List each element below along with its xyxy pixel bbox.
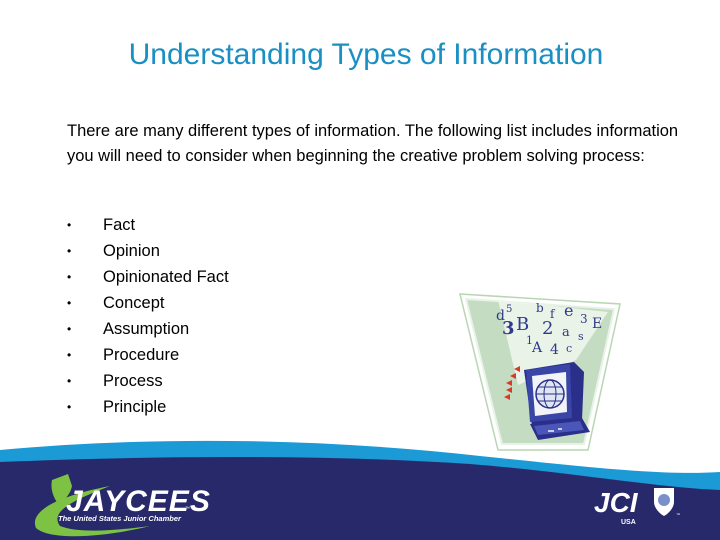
list-item-text: Opinionated Fact xyxy=(103,268,229,286)
svg-text:e: e xyxy=(564,301,573,320)
svg-text:2: 2 xyxy=(542,318,553,339)
list-item-text: Process xyxy=(103,372,163,390)
jci-wordmark: JCI xyxy=(594,487,639,518)
slide-title: Understanding Types of Information xyxy=(128,38,604,71)
svg-text:c: c xyxy=(566,342,572,355)
bullet-icon: • xyxy=(67,270,72,284)
computer-icon xyxy=(524,362,590,440)
svg-text:E: E xyxy=(592,316,602,332)
svg-text:3: 3 xyxy=(502,318,515,339)
list-item-text: Opinion xyxy=(103,242,160,260)
jaycees-tagline: The United States Junior Chamber xyxy=(58,514,182,523)
list-item-text: Fact xyxy=(103,216,136,234)
computer-clipart: d 5 b f e 3 E 3 B 2 a s 1 A 4 c xyxy=(459,293,621,451)
bullet-icon: • xyxy=(67,218,72,232)
svg-text:s: s xyxy=(578,330,584,343)
svg-text:A: A xyxy=(531,340,543,356)
svg-text:4: 4 xyxy=(550,342,559,358)
list-item-text: Concept xyxy=(103,294,165,312)
footer-banner: JAYCEES ™ The United States Junior Chamb… xyxy=(0,440,720,540)
bullet-icon: • xyxy=(67,348,72,362)
list-item-text: Procedure xyxy=(103,346,180,364)
bullet-icon: • xyxy=(67,244,72,258)
svg-text:5: 5 xyxy=(506,304,512,315)
bullet-icon: • xyxy=(67,322,72,336)
svg-text:3: 3 xyxy=(580,312,588,326)
intro-paragraph: There are many different types of inform… xyxy=(67,122,679,165)
jci-usa: USA xyxy=(621,519,636,526)
svg-text:a: a xyxy=(562,325,570,340)
list-item-text: Principle xyxy=(103,398,167,416)
svg-text:B: B xyxy=(516,314,529,335)
bullet-icon: • xyxy=(67,296,72,310)
svg-text:™: ™ xyxy=(676,512,680,517)
bullet-icon: • xyxy=(67,374,72,388)
bullet-icon: • xyxy=(67,400,72,414)
svg-text:b: b xyxy=(536,301,544,315)
svg-text:™: ™ xyxy=(185,506,190,512)
list-item-text: Assumption xyxy=(103,320,190,338)
